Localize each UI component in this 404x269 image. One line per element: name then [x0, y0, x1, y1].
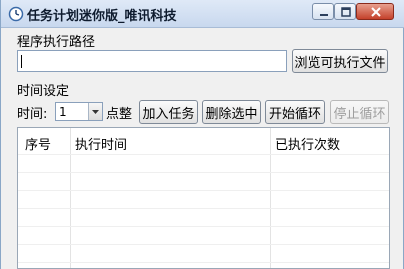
- stop-loop-button: 停止循环: [330, 100, 389, 124]
- browse-executable-button[interactable]: 浏览可执行文件: [292, 49, 388, 73]
- row-divider: [18, 172, 389, 173]
- row-divider: [18, 208, 389, 209]
- time-section-label: 时间设定: [17, 84, 70, 99]
- title-bar[interactable]: 任务计划迷你版_唯讯科技: [1, 0, 404, 28]
- row-divider: [18, 226, 389, 227]
- close-button[interactable]: [356, 3, 394, 20]
- close-icon: [371, 7, 381, 17]
- minimize-button[interactable]: [312, 3, 334, 20]
- hour-suffix-label: 点整: [106, 107, 133, 122]
- text-caret: [21, 55, 22, 68]
- row-divider: [18, 244, 389, 245]
- clock-icon: [8, 6, 24, 22]
- row-divider: [18, 262, 389, 263]
- app-window: 任务计划迷你版_唯讯科技 程序执行路径 浏览可执行文件 时间设定 时间: 1 点…: [0, 0, 404, 269]
- path-section-label: 程序执行路径: [17, 35, 96, 50]
- task-table[interactable]: 序号 执行时间 已执行次数: [17, 127, 390, 269]
- row-divider: [18, 190, 389, 191]
- time-label: 时间:: [17, 107, 48, 122]
- add-task-button[interactable]: 加入任务: [139, 100, 198, 124]
- delete-selected-button[interactable]: 删除选中: [202, 100, 261, 124]
- maximize-icon: [341, 7, 351, 17]
- table-header: 序号 执行时间 已执行次数: [18, 128, 389, 154]
- row-divider: [18, 154, 389, 155]
- window-title: 任务计划迷你版_唯讯科技: [27, 9, 177, 24]
- column-header-index[interactable]: 序号: [25, 134, 51, 153]
- path-input[interactable]: [17, 50, 287, 72]
- hour-value: 1: [59, 105, 67, 119]
- minimize-icon: [320, 14, 328, 16]
- column-header-count[interactable]: 已执行次数: [275, 134, 340, 153]
- start-loop-button[interactable]: 开始循环: [265, 100, 325, 124]
- chevron-down-icon[interactable]: [88, 103, 102, 120]
- maximize-button[interactable]: [334, 3, 356, 20]
- column-header-time[interactable]: 执行时间: [75, 134, 127, 153]
- hour-select[interactable]: 1: [55, 102, 103, 121]
